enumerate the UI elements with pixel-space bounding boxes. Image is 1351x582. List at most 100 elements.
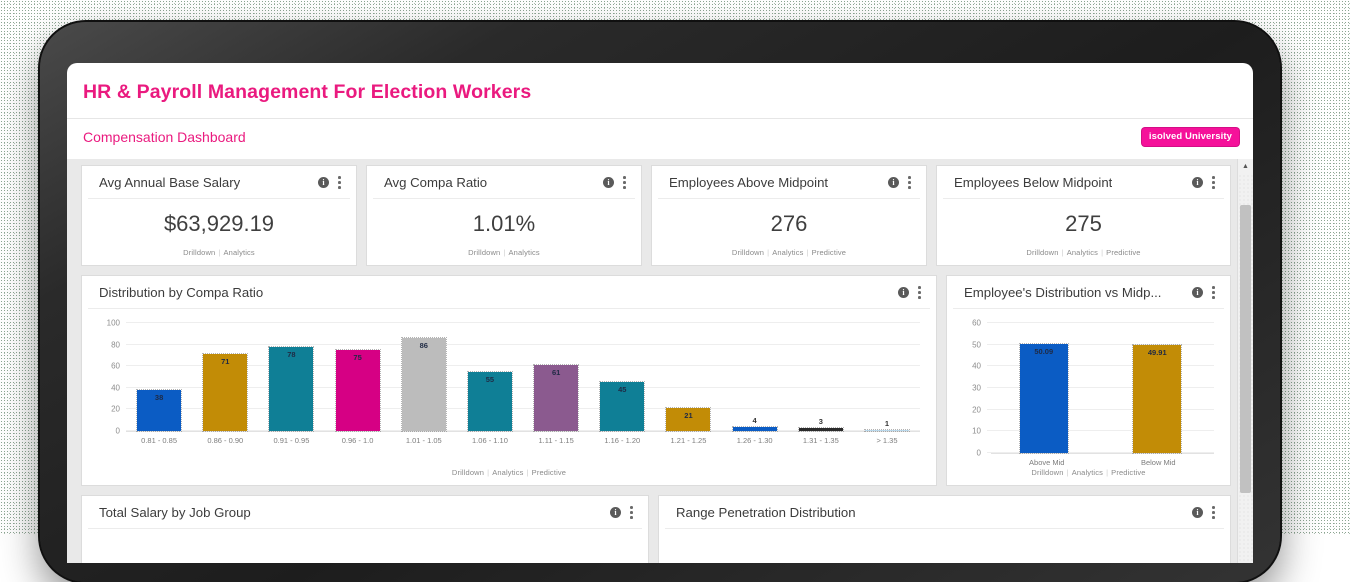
y-axis-tick: 0 (115, 426, 120, 436)
kpi-header: Employees Below Midpoint i (943, 166, 1224, 199)
link-predictive[interactable]: Predictive (1108, 468, 1148, 477)
kpi-card: Employees Above Midpoint i 276 Drilldown | An… (651, 165, 927, 266)
bar-value-label: 75 (353, 353, 362, 362)
bar-value-label: 1 (884, 418, 890, 428)
panel-links[interactable]: Drilldown | Analytics | Predictive (82, 468, 936, 485)
panel-header: Total Salary by Job Group i (88, 496, 642, 529)
more-options-icon[interactable] (338, 176, 341, 189)
info-icon[interactable]: i (610, 507, 621, 518)
link-drilldown[interactable]: Drilldown (465, 248, 503, 257)
bar-column: 3 (788, 323, 854, 433)
bar[interactable]: 78 (268, 345, 315, 433)
scroll-up-icon[interactable]: ▲ (1238, 159, 1253, 174)
bar[interactable]: 38 (136, 388, 183, 433)
x-axis-tick: 1.16 - 1.20 (604, 436, 641, 445)
x-axis-tick: > 1.35 (876, 436, 898, 445)
x-axis: Above Mid Below Mid (991, 453, 1214, 467)
info-icon[interactable]: i (1192, 507, 1203, 518)
bar[interactable]: 4 (731, 416, 778, 433)
link-drilldown[interactable]: Drilldown (1023, 248, 1061, 257)
kpi-title: Avg Annual Base Salary (99, 175, 241, 190)
info-icon[interactable]: i (1192, 177, 1203, 188)
link-analytics[interactable]: Analytics (220, 248, 257, 257)
kpi-links[interactable]: Drilldown | Analytics | Predictive (652, 248, 926, 265)
link-predictive[interactable]: Predictive (809, 248, 849, 257)
bar[interactable]: 71 (202, 353, 249, 432)
kpi-card: Employees Below Midpoint i 275 Drilldown | An… (936, 165, 1231, 266)
bar[interactable]: 3 (797, 417, 844, 433)
kpi-links[interactable]: Drilldown | Analytics (82, 248, 356, 265)
vertical-scrollbar[interactable]: ▲ (1237, 159, 1253, 563)
panel-title: Range Penetration Distribution (676, 505, 856, 520)
y-axis-tick: 80 (111, 340, 120, 350)
bar-value-label: 45 (618, 385, 627, 395)
kpi-actions: i (882, 176, 911, 189)
bar[interactable]: 55 (466, 370, 513, 433)
bar-column: 4 (722, 323, 788, 433)
bar[interactable]: 1 (863, 419, 910, 433)
more-options-icon[interactable] (623, 176, 626, 189)
kpi-header: Avg Annual Base Salary i (88, 166, 350, 199)
more-options-icon[interactable] (1212, 286, 1215, 299)
link-drilldown[interactable]: Drilldown (449, 468, 487, 477)
more-options-icon[interactable] (1212, 176, 1215, 189)
bar-value-label: 71 (221, 357, 230, 367)
panel-links[interactable]: Drilldown | Analytics | Predictive (947, 468, 1230, 485)
y-axis-tick: 60 (972, 318, 981, 328)
bar[interactable]: 86 (400, 337, 447, 432)
bar[interactable]: 21 (665, 407, 712, 432)
bar-column: 55 (457, 323, 523, 433)
bar[interactable]: 75 (334, 349, 381, 432)
link-analytics[interactable]: Analytics (505, 248, 542, 257)
bar-value-label: 61 (551, 368, 561, 378)
link-analytics[interactable]: Analytics (769, 248, 806, 257)
info-icon[interactable]: i (318, 177, 329, 188)
info-icon[interactable]: i (898, 287, 909, 298)
link-analytics[interactable]: Analytics (489, 468, 526, 477)
bar-series: 38 71 78 75 86 55 61 45 21 4 3 1 (126, 323, 920, 433)
bar-column: 38 (126, 323, 192, 433)
kpi-actions: i (1186, 176, 1215, 189)
bar[interactable]: 45 (599, 381, 646, 432)
info-icon[interactable]: i (1192, 287, 1203, 298)
more-options-icon[interactable] (908, 176, 911, 189)
link-drilldown[interactable]: Drilldown (1028, 468, 1066, 477)
bar-column: 86 (391, 323, 457, 432)
info-icon[interactable]: i (603, 177, 614, 188)
info-icon[interactable]: i (888, 177, 899, 188)
link-predictive[interactable]: Predictive (529, 468, 569, 477)
link-drilldown[interactable]: Drilldown (729, 248, 767, 257)
panel-compa-ratio: Distribution by Compa Ratio i 0 20 40 60 80 1… (81, 275, 937, 486)
panel-title: Total Salary by Job Group (99, 505, 251, 520)
bar[interactable]: 61 (533, 364, 580, 432)
bar-column: 78 (258, 323, 324, 433)
section-title: Compensation Dashboard (83, 129, 246, 145)
y-axis-tick: 40 (972, 361, 981, 371)
bar-value-label: 49.91 (1147, 347, 1167, 357)
more-options-icon[interactable] (918, 286, 921, 299)
y-axis-tick: 10 (972, 426, 981, 436)
link-predictive[interactable]: Predictive (1103, 248, 1143, 257)
x-axis-tick: 1.01 - 1.05 (405, 436, 442, 445)
kpi-links[interactable]: Drilldown | Analytics (367, 248, 641, 265)
more-options-icon[interactable] (1212, 506, 1215, 519)
x-axis-tick: 1.31 - 1.35 (802, 436, 839, 445)
more-options-icon[interactable] (630, 506, 633, 519)
plot-area: 0 20 40 60 80 100 38 71 78 75 86 55 61 45 21 4 3 1 (107, 319, 920, 436)
bar-value-label: 78 (287, 349, 296, 359)
y-axis-tick: 100 (106, 318, 120, 328)
section-header: Compensation Dashboard isolved Universit… (67, 119, 1253, 153)
link-analytics[interactable]: Analytics (1064, 248, 1101, 257)
bar[interactable]: 49.91 (1132, 343, 1183, 455)
link-analytics[interactable]: Analytics (1069, 468, 1106, 477)
bar-value-label: 38 (154, 392, 164, 402)
bar-column: 71 (192, 323, 258, 432)
link-drilldown[interactable]: Drilldown (180, 248, 218, 257)
bar-value-label: 3 (818, 416, 823, 426)
kpi-title: Employees Above Midpoint (669, 175, 829, 190)
bar[interactable]: 50.09 (1018, 343, 1069, 454)
scrollbar-thumb[interactable] (1240, 205, 1251, 493)
bar-column: 1 (854, 323, 920, 433)
panel-total-salary-job-group: Total Salary by Job Group i (81, 495, 649, 563)
kpi-links[interactable]: Drilldown | Analytics | Predictive (937, 248, 1230, 265)
